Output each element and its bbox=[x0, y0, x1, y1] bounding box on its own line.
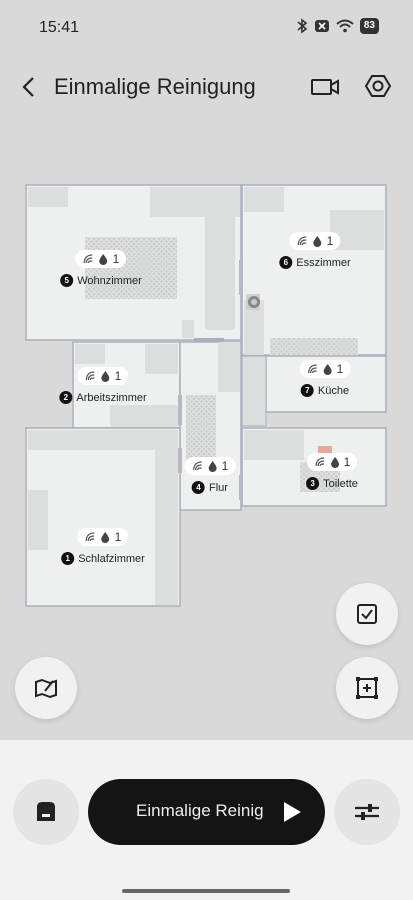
floor-map[interactable]: 1 5 Wohnzimmer 1 6 Esszimmer 1 2 Arbeits… bbox=[0, 170, 413, 630]
dock-station-icon bbox=[37, 802, 55, 821]
header: Einmalige Reinigung bbox=[0, 56, 413, 118]
room-name: Küche bbox=[317, 384, 350, 397]
room-number-badge: 1 bbox=[61, 552, 75, 565]
water-drop-icon bbox=[208, 461, 217, 472]
dock-button[interactable] bbox=[13, 779, 79, 845]
room-name-row: 1 Schlafzimmer bbox=[61, 552, 145, 565]
room-esszimmer[interactable] bbox=[241, 184, 387, 356]
start-cleaning-button[interactable]: Einmalige Reinig bbox=[88, 779, 325, 845]
status-icons: 83 bbox=[296, 18, 379, 34]
settings-button[interactable] bbox=[362, 70, 394, 102]
room-count: 1 bbox=[112, 252, 120, 266]
home-indicator[interactable] bbox=[122, 889, 290, 893]
suction-icon bbox=[84, 254, 93, 264]
suction-icon bbox=[298, 236, 307, 246]
room-number-badge: 7 bbox=[300, 384, 314, 397]
cleaning-settings-pill: 1 bbox=[77, 528, 129, 546]
cleaning-settings-pill: 1 bbox=[299, 360, 351, 378]
room-count: 1 bbox=[326, 234, 334, 248]
room-count: 1 bbox=[114, 530, 122, 544]
cleaning-settings-pill: 1 bbox=[77, 367, 129, 385]
water-drop-icon bbox=[330, 457, 339, 468]
select-rooms-button[interactable] bbox=[336, 583, 398, 645]
room-name-row: 5 Wohnzimmer bbox=[60, 274, 142, 287]
room-name: Flur bbox=[209, 481, 228, 494]
bottom-panel: Einmalige Reinig bbox=[0, 740, 413, 900]
video-button[interactable] bbox=[309, 72, 341, 102]
room-label-arbeitszimmer[interactable]: 1 2 Arbeitszimmer bbox=[59, 367, 147, 404]
suction-icon bbox=[86, 371, 95, 381]
suction-icon bbox=[308, 364, 317, 374]
room-name-row: 6 Esszimmer bbox=[279, 256, 351, 269]
add-zone-icon bbox=[356, 677, 378, 699]
video-camera-icon bbox=[311, 79, 339, 95]
checkbox-icon bbox=[357, 604, 377, 624]
wifi-icon bbox=[336, 19, 354, 33]
room-label-schlafzimmer[interactable]: 1 1 Schlafzimmer bbox=[61, 528, 145, 565]
water-drop-icon bbox=[101, 371, 110, 382]
battery-indicator: 83 bbox=[359, 18, 379, 34]
room-name-row: 3 Toilette bbox=[306, 477, 358, 490]
page-title: Einmalige Reinigung bbox=[54, 74, 256, 99]
water-drop-icon bbox=[101, 532, 110, 543]
water-drop-icon bbox=[99, 254, 108, 265]
cleaning-settings-pill: 1 bbox=[306, 453, 358, 471]
status-time: 15:41 bbox=[39, 19, 80, 36]
room-name: Esszimmer bbox=[296, 256, 351, 269]
water-drop-icon bbox=[313, 236, 322, 247]
map-edit-icon bbox=[35, 678, 57, 699]
room-name: Arbeitszimmer bbox=[76, 391, 147, 404]
add-zone-button[interactable] bbox=[336, 657, 398, 719]
room-schlafzimmer[interactable] bbox=[25, 427, 181, 607]
room-number-badge: 5 bbox=[60, 274, 74, 287]
chevron-left-icon bbox=[22, 77, 34, 97]
room-number-badge: 3 bbox=[306, 477, 320, 490]
room-label-esszimmer[interactable]: 1 6 Esszimmer bbox=[279, 232, 351, 269]
bluetooth-icon bbox=[297, 18, 308, 34]
room-name: Toilette bbox=[323, 477, 358, 490]
start-cleaning-label: Einmalige Reinig bbox=[136, 801, 264, 820]
status-bar: 15:41 83 bbox=[0, 0, 413, 56]
room-number-badge: 2 bbox=[59, 391, 73, 404]
room-label-kueche[interactable]: 1 7 Küche bbox=[299, 360, 351, 397]
suction-icon bbox=[315, 457, 324, 467]
room-count: 1 bbox=[336, 362, 344, 376]
edit-map-button[interactable] bbox=[15, 657, 77, 719]
room-label-toilette[interactable]: 1 3 Toilette bbox=[306, 453, 358, 490]
water-drop-icon bbox=[323, 364, 332, 375]
room-label-wohnzimmer[interactable]: 1 5 Wohnzimmer bbox=[60, 250, 142, 287]
suction-icon bbox=[193, 461, 202, 471]
notifications-muted-icon bbox=[314, 20, 329, 32]
room-number-badge: 6 bbox=[279, 256, 293, 269]
room-name-row: 7 Küche bbox=[300, 384, 350, 397]
room-name: Wohnzimmer bbox=[77, 274, 142, 287]
cleaning-settings-pill: 1 bbox=[184, 457, 236, 475]
cleaning-settings-pill: 1 bbox=[289, 232, 341, 250]
room-label-flur[interactable]: 1 4 Flur bbox=[184, 457, 236, 494]
play-icon bbox=[284, 802, 301, 822]
room-count: 1 bbox=[114, 369, 122, 383]
sliders-icon bbox=[355, 804, 379, 820]
back-button[interactable] bbox=[16, 73, 44, 101]
hexagon-settings-icon bbox=[364, 75, 392, 97]
room-count: 1 bbox=[343, 455, 351, 469]
cleaning-settings-pill: 1 bbox=[75, 250, 127, 268]
suction-icon bbox=[86, 532, 95, 542]
room-count: 1 bbox=[221, 459, 229, 473]
robot-dock-icon bbox=[246, 294, 260, 310]
room-name: Schlafzimmer bbox=[78, 552, 145, 565]
cleaning-settings-button[interactable] bbox=[334, 779, 400, 845]
room-name-row: 4 Flur bbox=[192, 481, 228, 494]
room-number-badge: 4 bbox=[192, 481, 206, 494]
room-name-row: 2 Arbeitszimmer bbox=[59, 391, 147, 404]
